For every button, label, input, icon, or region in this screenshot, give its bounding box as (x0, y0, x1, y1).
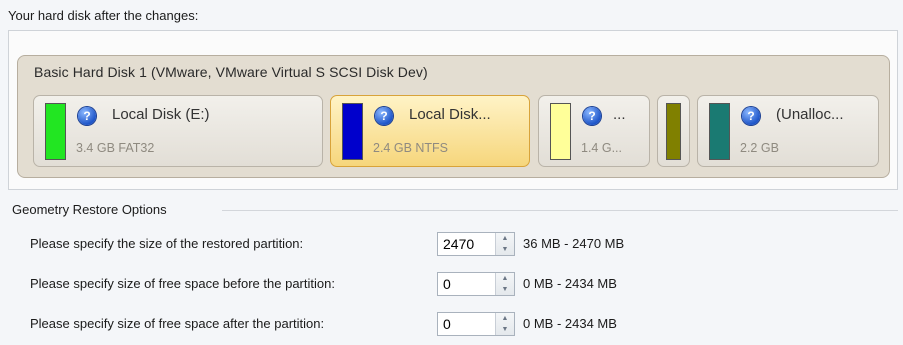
arrow-up-icon[interactable]: ▲ (496, 313, 514, 324)
restored-size-label: Please specify the size of the restored … (30, 236, 304, 251)
spinner-arrows[interactable]: ▲ ▼ (495, 233, 514, 255)
partition-info: 2.4 GB NTFS (373, 141, 449, 155)
arrow-up-icon[interactable]: ▲ (496, 273, 514, 284)
question-icon[interactable]: ? (742, 107, 760, 125)
partition-name: Local Disk (E:) (112, 106, 210, 123)
partition-color-swatch (550, 103, 571, 160)
group-divider (222, 210, 898, 211)
partition-info: 1.4 G... (581, 141, 622, 155)
restored-size-range: 36 MB - 2470 MB (523, 236, 625, 251)
geometry-options-title: Geometry Restore Options (12, 202, 167, 217)
partition-color-swatch (342, 103, 363, 160)
partition-name: ... (613, 106, 626, 123)
space-before-range: 0 MB - 2434 MB (523, 276, 617, 291)
space-after-spinner[interactable]: ▲ ▼ (437, 312, 515, 336)
disk-after-changes-label: Your hard disk after the changes: (8, 8, 199, 23)
partition-local-disk-e[interactable]: ? Local Disk (E:) 3.4 GB FAT32 (33, 95, 323, 167)
space-after-range: 0 MB - 2434 MB (523, 316, 617, 331)
restored-size-input[interactable] (438, 233, 499, 255)
spinner-arrows[interactable]: ▲ ▼ (495, 273, 514, 295)
partition-name: Local Disk... (409, 106, 491, 123)
question-icon[interactable]: ? (375, 107, 393, 125)
space-before-input[interactable] (438, 273, 499, 295)
question-icon[interactable]: ? (583, 107, 601, 125)
partition-color-swatch (45, 103, 66, 160)
arrow-up-icon[interactable]: ▲ (496, 233, 514, 244)
arrow-down-icon[interactable]: ▼ (496, 284, 514, 295)
partition-3[interactable]: ? ... 1.4 G... (538, 95, 650, 167)
space-before-spinner[interactable]: ▲ ▼ (437, 272, 515, 296)
partition-unallocated[interactable]: ? (Unalloc... 2.2 GB (697, 95, 879, 167)
disk-title: Basic Hard Disk 1 (VMware, VMware Virtua… (34, 64, 428, 80)
arrow-down-icon[interactable]: ▼ (496, 324, 514, 335)
restored-size-spinner[interactable]: ▲ ▼ (437, 232, 515, 256)
spinner-arrows[interactable]: ▲ ▼ (495, 313, 514, 335)
partition-info: 2.2 GB (740, 141, 779, 155)
space-after-label: Please specify size of free space after … (30, 316, 325, 331)
partition-color-swatch (709, 103, 730, 160)
partition-local-disk-selected[interactable]: ? Local Disk... 2.4 GB NTFS (330, 95, 530, 167)
space-before-label: Please specify size of free space before… (30, 276, 335, 291)
partition-info: 3.4 GB FAT32 (76, 141, 155, 155)
partition-4[interactable] (657, 95, 690, 167)
partition-name: (Unalloc... (776, 106, 844, 123)
partition-color-swatch (666, 103, 681, 160)
arrow-down-icon[interactable]: ▼ (496, 244, 514, 255)
question-icon[interactable]: ? (78, 107, 96, 125)
space-after-input[interactable] (438, 313, 499, 335)
